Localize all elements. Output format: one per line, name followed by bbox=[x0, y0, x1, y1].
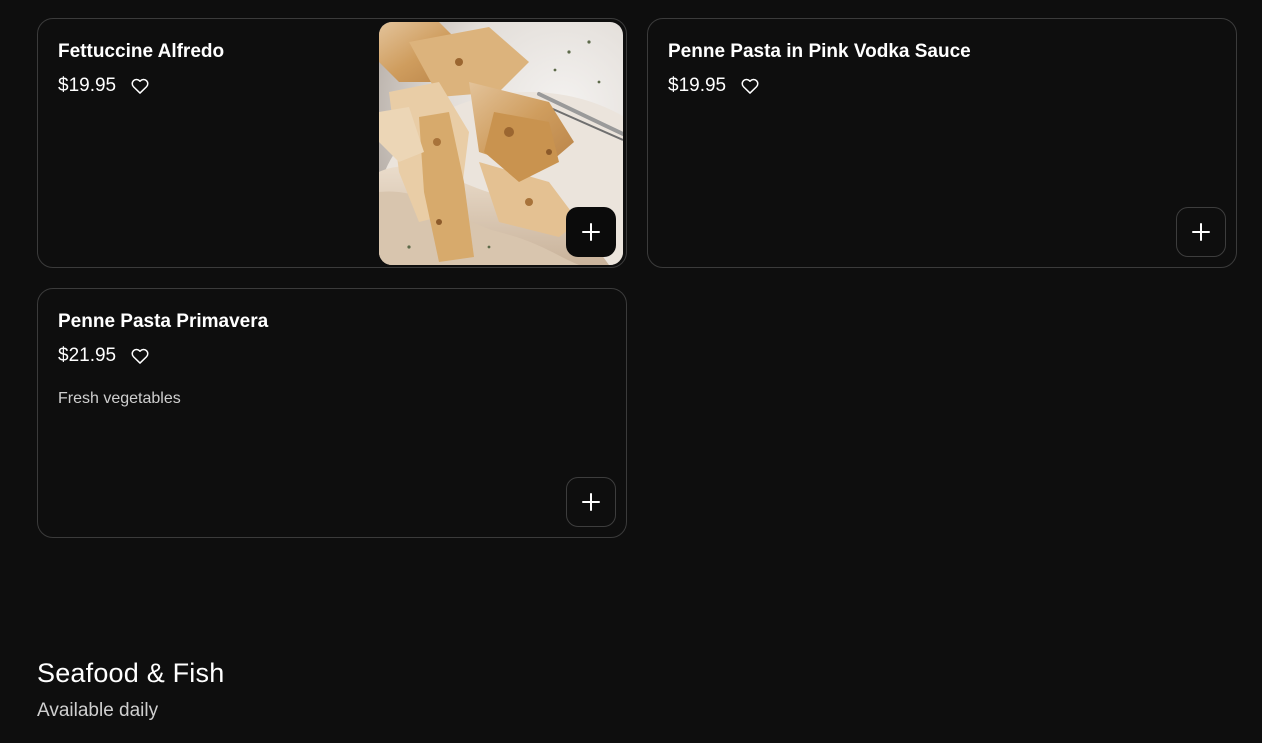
add-to-cart-button[interactable] bbox=[566, 477, 616, 527]
item-price: $21.95 bbox=[58, 345, 117, 366]
item-description: Fresh vegetables bbox=[58, 390, 181, 407]
item-name: Fettuccine Alfredo bbox=[58, 41, 225, 62]
section-title: Seafood & Fish bbox=[37, 658, 225, 688]
heart-icon[interactable] bbox=[740, 76, 760, 96]
menu-item-card[interactable]: Penne Pasta in Pink Vodka Sauce $19.95 bbox=[647, 18, 1237, 268]
plus-icon bbox=[1192, 223, 1210, 241]
item-price: $19.95 bbox=[668, 75, 727, 96]
item-name: Penne Pasta in Pink Vodka Sauce bbox=[668, 41, 971, 62]
add-to-cart-button[interactable] bbox=[566, 207, 616, 257]
item-price: $19.95 bbox=[58, 75, 117, 96]
price-row: $19.95 bbox=[58, 75, 150, 97]
heart-icon[interactable] bbox=[130, 346, 150, 366]
menu-item-card[interactable]: Penne Pasta Primavera $21.95 Fresh veget… bbox=[37, 288, 627, 538]
price-row: $19.95 bbox=[668, 75, 760, 97]
item-name: Penne Pasta Primavera bbox=[58, 311, 269, 332]
add-to-cart-button[interactable] bbox=[1176, 207, 1226, 257]
menu-page: Fettuccine Alfredo $19.95 Penne Pasta in… bbox=[0, 0, 1262, 743]
section-subtitle: Available daily bbox=[37, 700, 159, 721]
heart-icon[interactable] bbox=[130, 76, 150, 96]
menu-item-card[interactable]: Fettuccine Alfredo $19.95 bbox=[37, 18, 627, 268]
price-row: $21.95 bbox=[58, 345, 150, 367]
plus-icon bbox=[582, 493, 600, 511]
plus-icon bbox=[582, 223, 600, 241]
